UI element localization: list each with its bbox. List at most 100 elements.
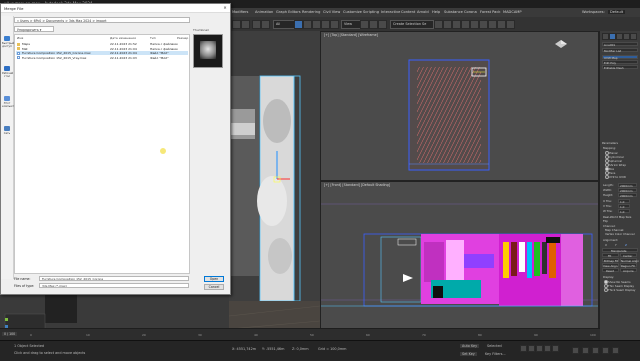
pan-icon[interactable] xyxy=(582,347,589,354)
maximize-viewport-icon[interactable] xyxy=(612,347,619,354)
move-icon[interactable] xyxy=(312,20,321,29)
menu-item[interactable]: Rendering xyxy=(302,10,320,14)
zoom-icon[interactable] xyxy=(572,347,579,354)
w-tile-spinner[interactable]: 1,0 xyxy=(618,208,630,214)
menu-item[interactable]: Arnold xyxy=(417,10,429,14)
open-button[interactable]: Open xyxy=(204,276,224,282)
u-tile-spinner[interactable]: 1,0 xyxy=(618,198,630,204)
play-icon[interactable] xyxy=(536,345,543,352)
place-this-pc[interactable]: Этот компьютер xyxy=(2,96,17,108)
modify-tab-icon[interactable] xyxy=(609,33,616,40)
menu-item[interactable]: Civil View xyxy=(323,10,340,14)
length-spinner[interactable]: 2000mm xyxy=(618,182,637,188)
column-header-name[interactable]: Имя xyxy=(17,36,23,40)
file-list[interactable]: Имя Дата изменения Тип Размер Maps 22.11… xyxy=(14,34,190,274)
top-viewport[interactable]: [+] [Top] [Standard] [Wireframe] xyxy=(320,31,599,181)
render-setup-icon[interactable] xyxy=(488,20,497,29)
v-tile-spinner[interactable]: 1,0 xyxy=(618,203,630,209)
checkbox-label[interactable]: Flip xyxy=(603,219,608,223)
previous-frame-icon[interactable] xyxy=(528,345,535,352)
menu-item[interactable]: Corona xyxy=(464,10,477,14)
dialog-title-bar[interactable]: Merge File ✕ xyxy=(1,4,230,13)
go-to-end-icon[interactable] xyxy=(552,345,559,352)
key-selection-select[interactable]: Selected xyxy=(485,344,504,348)
motion-tab-icon[interactable] xyxy=(623,33,630,40)
width-spinner[interactable]: 2000mm xyxy=(618,187,637,193)
align-icon[interactable] xyxy=(443,20,452,29)
place-quick-access[interactable]: Быстрый доступ xyxy=(2,36,14,48)
create-tab-icon[interactable] xyxy=(602,33,609,40)
front-viewport[interactable]: [+] [Front] [Standard] [Default Shading] xyxy=(320,181,599,339)
filetype-select[interactable]: 3ds Max (*.max) xyxy=(39,283,189,288)
menu-item[interactable]: Help xyxy=(432,10,440,14)
curve-editor-icon[interactable] xyxy=(461,20,470,29)
selection-filter[interactable]: All xyxy=(273,20,295,29)
fit-button[interactable]: Fit xyxy=(602,253,619,258)
hierarchy-tab-icon[interactable] xyxy=(616,33,623,40)
render-icon[interactable] xyxy=(506,20,515,29)
rollout-header[interactable]: Parameters xyxy=(602,141,618,145)
place-network[interactable]: Сеть xyxy=(2,126,12,135)
file-row-vray[interactable]: Furniture Composition 152_2015_Vray.max … xyxy=(16,56,188,60)
render-frame-icon[interactable] xyxy=(497,20,506,29)
go-to-start-icon[interactable] xyxy=(520,345,527,352)
region-fit-button[interactable]: Region Fit xyxy=(620,263,637,268)
column-header-size[interactable]: Размер xyxy=(177,36,188,40)
filename-input[interactable]: Furniture Composition 152_2015_Corona xyxy=(39,276,189,281)
set-key-button[interactable]: Set Key xyxy=(460,352,477,356)
angle-snap-icon[interactable] xyxy=(378,20,387,29)
reset-button[interactable]: Reset xyxy=(602,268,619,273)
menu-item[interactable]: MADCAMP xyxy=(503,10,522,14)
key-filters-button[interactable]: Key Filters... xyxy=(485,352,506,356)
view-align-button[interactable]: View Align xyxy=(602,263,619,268)
display-tab-icon[interactable] xyxy=(630,33,637,40)
modifier-list-select[interactable]: Modifier List xyxy=(602,48,638,53)
center-button[interactable]: Center xyxy=(620,253,637,258)
organize-button[interactable]: Упорядочить ▾ xyxy=(14,26,54,32)
mirror-icon[interactable] xyxy=(434,20,443,29)
column-header-date[interactable]: Дата изменения xyxy=(110,36,136,40)
workspace-select[interactable]: Default xyxy=(608,10,626,14)
bitmap-fit-button[interactable]: Bitmap Fit xyxy=(602,258,619,263)
object-name-field[interactable]: Line001 xyxy=(602,42,638,47)
acquire-button[interactable]: Acquire xyxy=(620,268,637,273)
reference-coord-combo[interactable]: View xyxy=(341,20,361,29)
manipulate-button[interactable]: Manipulate xyxy=(602,248,638,253)
time-slider[interactable]: 0 / 100 xyxy=(2,332,18,336)
cancel-button[interactable]: Cancel xyxy=(204,284,224,290)
menu-item[interactable]: Customize xyxy=(343,10,362,14)
menu-item[interactable]: Substance xyxy=(444,10,463,14)
file-row-maps[interactable]: Maps 22.11.2023 21:52 Папка с файлами xyxy=(16,42,188,46)
menu-item[interactable]: Modifiers xyxy=(232,10,248,14)
z-coordinate[interactable]: Z: 0,0mm xyxy=(292,347,309,351)
modifier-stack-item[interactable]: Editable Mesh xyxy=(602,65,638,70)
y-coordinate[interactable]: Y: -5551,46m xyxy=(262,347,284,351)
auto-key-button[interactable]: Auto Key xyxy=(460,344,480,348)
height-spinner[interactable]: 2000mm xyxy=(618,192,637,198)
file-row-corona[interactable]: Furniture Composition 152_2015_Corona.ma… xyxy=(16,51,188,55)
redo-icon[interactable] xyxy=(241,20,250,29)
path-breadcrumb[interactable]: « Users > 6Pc0 > Documents > 3ds Max 202… xyxy=(14,17,190,23)
menu-item[interactable]: Interactive xyxy=(381,10,400,14)
x-coordinate[interactable]: X: 4551,742m xyxy=(232,347,256,351)
select-icon[interactable] xyxy=(294,20,303,29)
menu-item[interactable]: Animation xyxy=(255,10,273,14)
menu-item[interactable]: Graph Editors xyxy=(276,10,301,14)
link-icon[interactable] xyxy=(252,20,261,29)
close-icon[interactable]: ✕ xyxy=(220,4,230,12)
column-header-type[interactable]: Тип xyxy=(150,36,156,40)
place-desktop[interactable]: Рабочий стол xyxy=(2,66,13,78)
menu-item[interactable]: Forest Pack xyxy=(480,10,500,14)
menu-item[interactable]: Content xyxy=(401,10,415,14)
pivot-icon[interactable] xyxy=(360,20,369,29)
align-axis[interactable]: X xyxy=(605,243,607,247)
select-by-name-icon[interactable] xyxy=(303,20,312,29)
scale-icon[interactable] xyxy=(330,20,339,29)
undo-icon[interactable] xyxy=(232,20,241,29)
field-of-view-icon[interactable] xyxy=(602,347,609,354)
align-axis[interactable]: Z xyxy=(625,243,627,247)
next-frame-icon[interactable] xyxy=(544,345,551,352)
material-editor-icon[interactable] xyxy=(479,20,488,29)
modifier-stack-item[interactable]: Edit Poly xyxy=(602,60,638,65)
radio-label[interactable]: Vertex Color Channel xyxy=(605,232,635,236)
